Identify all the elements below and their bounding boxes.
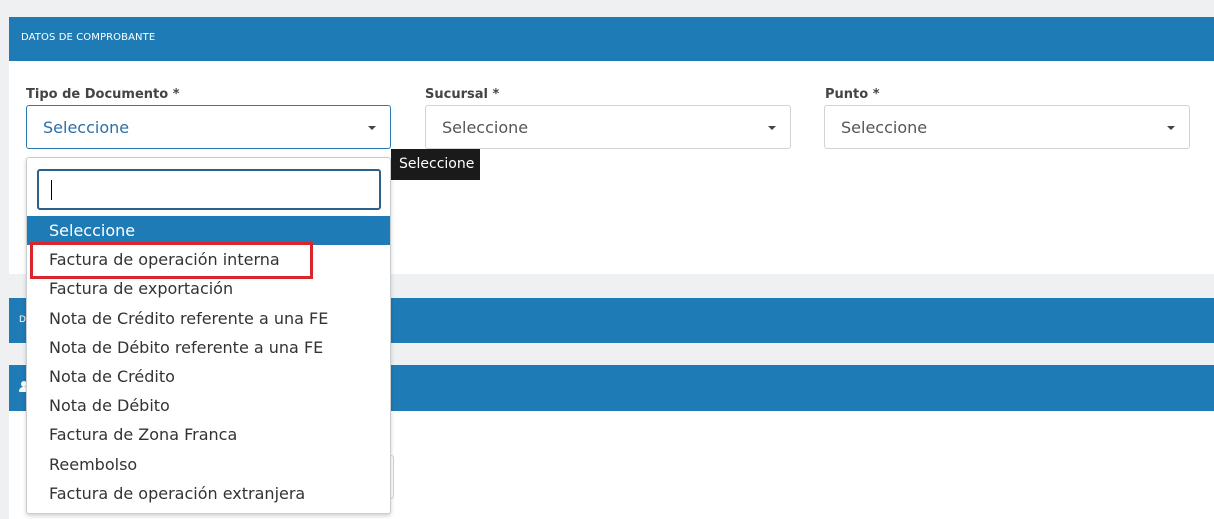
tipo-documento-dropdown: Seleccione Factura de operación interna … bbox=[26, 157, 391, 514]
option-factura-operacion-extranjera[interactable]: Factura de operación extranjera bbox=[27, 479, 390, 508]
option-factura-zona-franca[interactable]: Factura de Zona Franca bbox=[27, 420, 390, 449]
tooltip: Seleccione bbox=[391, 149, 480, 180]
text-cursor bbox=[51, 180, 52, 200]
punto-label: Punto * bbox=[825, 87, 880, 102]
option-seleccione[interactable]: Seleccione bbox=[27, 216, 390, 246]
tipo-documento-value: Seleccione bbox=[43, 118, 130, 137]
dropdown-search-input[interactable] bbox=[37, 169, 381, 210]
option-nota-credito[interactable]: Nota de Crédito bbox=[27, 362, 390, 391]
highlight-annotation-box bbox=[30, 242, 313, 279]
option-nota-debito[interactable]: Nota de Débito bbox=[27, 391, 390, 420]
chevron-down-icon bbox=[368, 126, 376, 130]
option-reembolso[interactable]: Reembolso bbox=[27, 450, 390, 479]
punto-select[interactable]: Seleccione bbox=[824, 105, 1190, 149]
sucursal-select[interactable]: Seleccione bbox=[425, 105, 791, 149]
tipo-documento-label: Tipo de Documento * bbox=[26, 87, 180, 102]
section-2-title: D bbox=[19, 315, 26, 325]
punto-value: Seleccione bbox=[841, 118, 928, 137]
option-nota-debito-fe[interactable]: Nota de Débito referente a una FE bbox=[27, 333, 390, 362]
section-title: DATOS DE COMPROBANTE bbox=[21, 32, 156, 43]
tipo-documento-select[interactable]: Seleccione bbox=[26, 105, 391, 149]
option-nota-credito-fe[interactable]: Nota de Crédito referente a una FE bbox=[27, 304, 390, 333]
sucursal-label: Sucursal * bbox=[425, 87, 500, 102]
section-header-datos-comprobante: DATOS DE COMPROBANTE bbox=[9, 17, 1214, 61]
chevron-down-icon bbox=[1167, 126, 1175, 130]
sucursal-value: Seleccione bbox=[442, 118, 529, 137]
chevron-down-icon bbox=[768, 126, 776, 130]
